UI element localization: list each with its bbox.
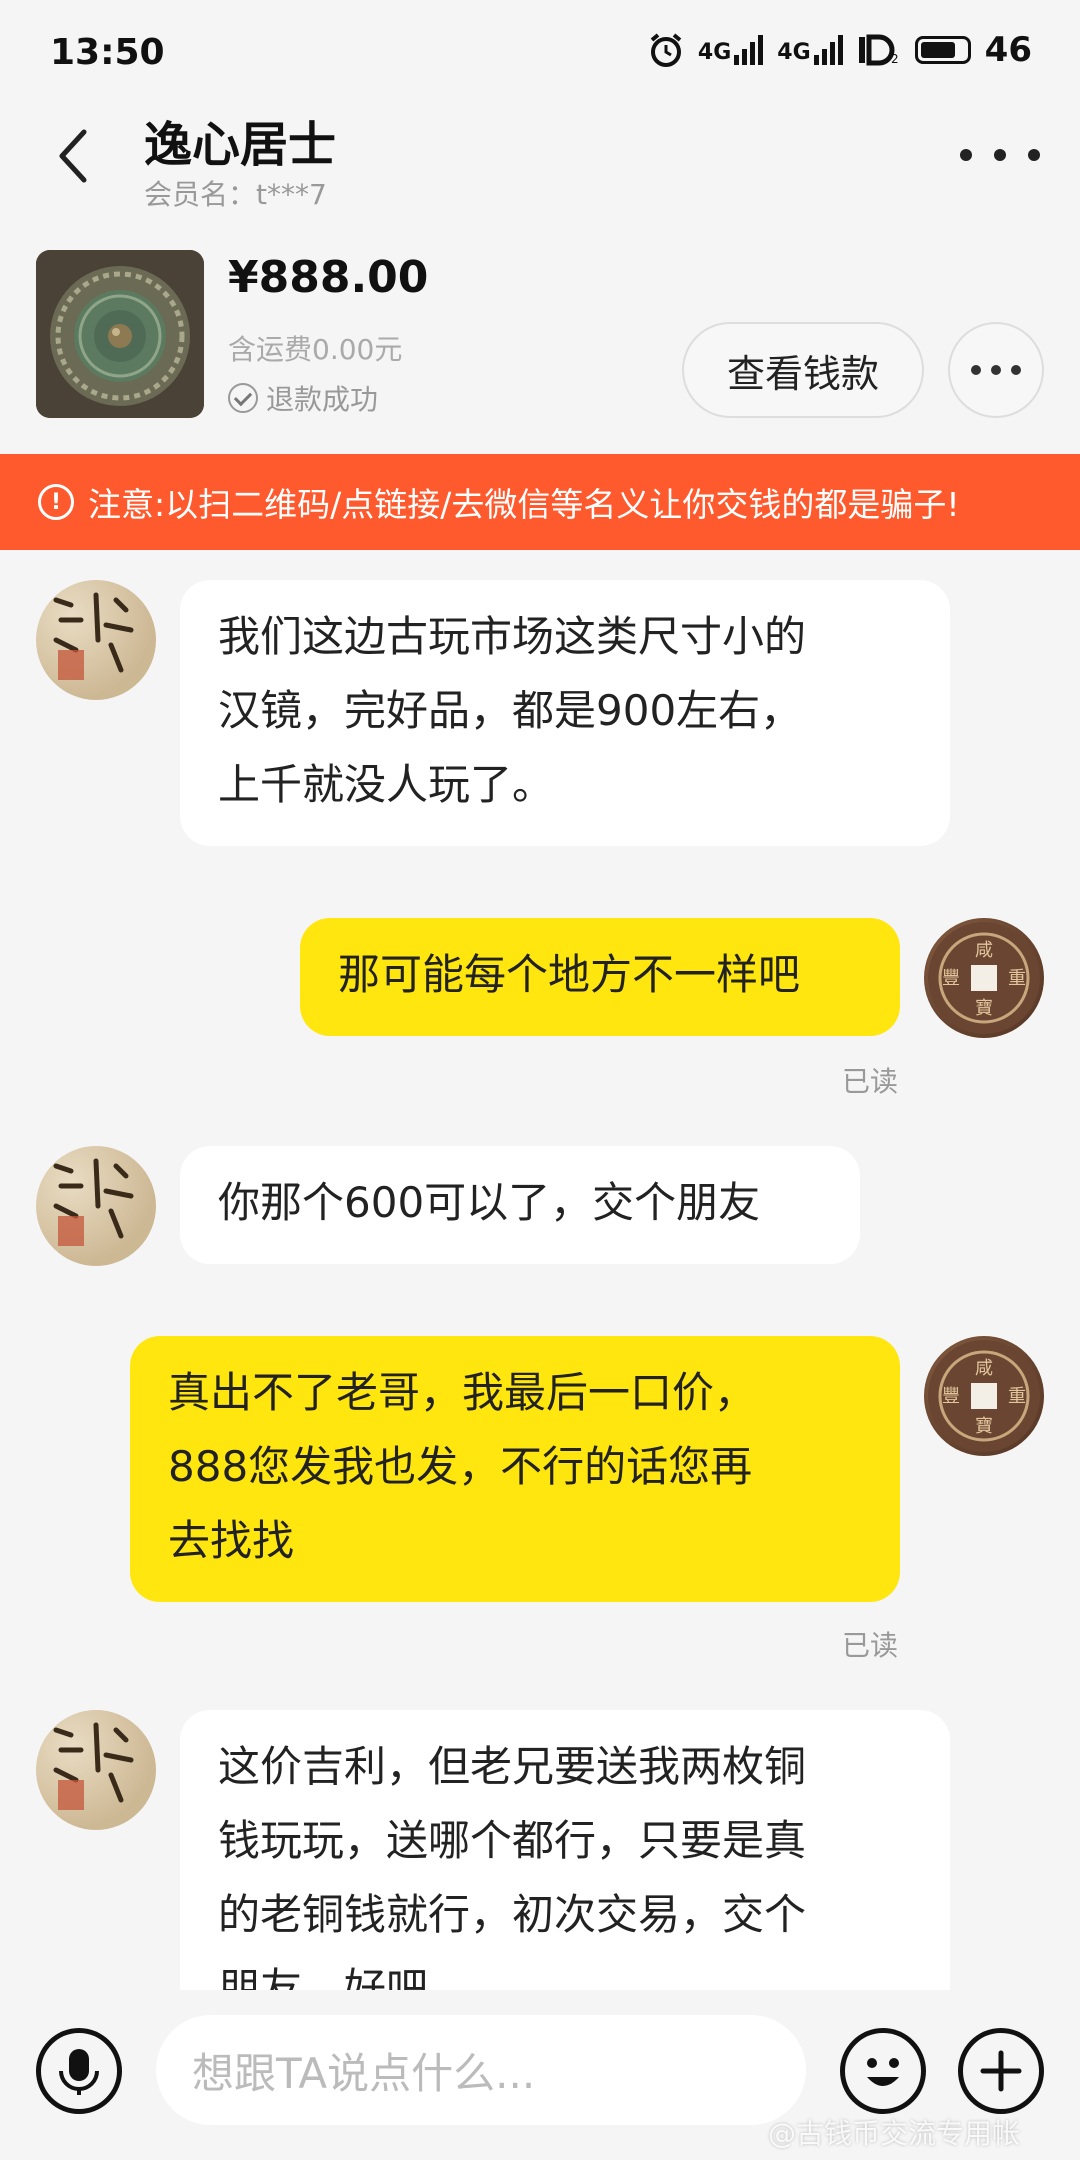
message-bubble-received[interactable]: 你那个600可以了，交个朋友 xyxy=(180,1146,860,1264)
svg-text:豐: 豐 xyxy=(942,968,960,989)
chevron-left-icon xyxy=(59,129,87,183)
svg-text:豐: 豐 xyxy=(942,1386,960,1407)
contact-avatar[interactable] xyxy=(36,1146,156,1266)
status-icons: 4G 4G 2 46 xyxy=(648,30,1032,70)
svg-text:2: 2 xyxy=(891,52,899,66)
read-receipt: 已读 xyxy=(842,1629,899,1662)
shipping-fee: 含运费0.00元 xyxy=(228,333,403,366)
my-avatar[interactable]: 咸 寶 重 豐 xyxy=(924,918,1044,1038)
network-type: 4G xyxy=(697,40,732,65)
plus-icon xyxy=(980,2050,1022,2092)
message-bubble-sent[interactable]: 真出不了老哥，我最后一口价， 888您发我也发，不行的话您再 去找找 xyxy=(130,1336,900,1602)
watermark: @古钱币交流专用帐 xyxy=(768,2117,1021,2150)
svg-text:寶: 寶 xyxy=(975,998,993,1019)
message-bubble-received[interactable]: 这价吉利，但老兄要送我两枚铜 钱玩玩，送哪个都行，只要是真 的老铜钱就行，初次交… xyxy=(180,1710,950,1990)
contact-avatar[interactable] xyxy=(36,580,156,700)
more-horizontal-icon xyxy=(960,149,972,161)
message-input[interactable]: 想跟TA说点什么... xyxy=(156,2015,806,2125)
hd-icon: 2 xyxy=(858,34,899,66)
product-card[interactable]: ¥888.00 含运费0.00元 退款成功 查看钱款 xyxy=(0,240,1080,440)
svg-text:咸: 咸 xyxy=(975,1358,993,1379)
coin-avatar-image: 咸 寶 重 豐 xyxy=(928,1340,1040,1452)
signal-icon: 4G xyxy=(777,35,843,65)
product-image[interactable] xyxy=(36,250,204,418)
signal-icon: 4G xyxy=(697,35,764,65)
emoji-icon xyxy=(867,2058,899,2086)
more-button[interactable] xyxy=(960,125,1040,185)
check-circle-icon xyxy=(228,383,258,413)
svg-text:咸: 咸 xyxy=(975,940,993,961)
calligraphy-avatar-image xyxy=(53,1722,134,1810)
alert-circle-icon: ! xyxy=(38,484,74,520)
battery-level: 46 xyxy=(984,30,1032,70)
network-type: 4G xyxy=(777,40,811,65)
calligraphy-avatar-image xyxy=(53,1158,134,1246)
back-button[interactable] xyxy=(44,120,104,190)
voice-button[interactable] xyxy=(36,2028,122,2114)
microphone-icon xyxy=(59,2049,99,2095)
more-horizontal-icon xyxy=(971,365,981,375)
contact-name: 逸心居士 xyxy=(144,117,337,173)
coin-avatar-image: 咸 寶 重 豐 xyxy=(928,922,1040,1034)
alarm-icon xyxy=(650,33,682,67)
message-bubble-received[interactable]: 我们这边古玩市场这类尺寸小的 汉镜，完好品，都是900左右， 上千就没人玩了。 xyxy=(180,580,950,846)
bronze-mirror-image xyxy=(36,250,204,418)
order-status: 退款成功 xyxy=(228,378,378,418)
warning-text: 注意:以扫二维码/点链接/去微信等名义让你交钱的都是骗子! xyxy=(88,485,960,524)
scam-warning-banner: ! 注意:以扫二维码/点链接/去微信等名义让你交钱的都是骗子! xyxy=(0,454,1080,550)
view-payment-button[interactable]: 查看钱款 xyxy=(682,322,924,418)
message-bubble-sent[interactable]: 那可能每个地方不一样吧 xyxy=(300,918,900,1036)
battery-icon xyxy=(914,36,971,64)
chat-header: 逸心居士 会员名：t***7 xyxy=(0,105,1080,215)
order-status-text: 退款成功 xyxy=(266,383,379,416)
calligraphy-avatar-image xyxy=(53,592,134,680)
chat-area[interactable]: 我们这边古玩市场这类尺寸小的 汉镜，完好品，都是900左右， 上千就没人玩了。 … xyxy=(0,550,1080,1990)
member-name: 会员名：t***7 xyxy=(144,178,327,211)
emoji-button[interactable] xyxy=(840,2028,926,2114)
read-receipt: 已读 xyxy=(842,1065,899,1098)
add-button[interactable] xyxy=(958,2028,1044,2114)
svg-text:寶: 寶 xyxy=(975,1416,993,1437)
product-price: ¥888.00 xyxy=(228,252,429,303)
status-bar: 13:50 4G 4G 2 46 xyxy=(0,0,1080,105)
contact-avatar[interactable] xyxy=(36,1710,156,1830)
status-time: 13:50 xyxy=(50,32,165,73)
svg-text:重: 重 xyxy=(1008,1386,1026,1407)
svg-text:重: 重 xyxy=(1008,968,1026,989)
card-more-button[interactable] xyxy=(948,322,1044,418)
my-avatar[interactable]: 咸 寶 重 豐 xyxy=(924,1336,1044,1456)
